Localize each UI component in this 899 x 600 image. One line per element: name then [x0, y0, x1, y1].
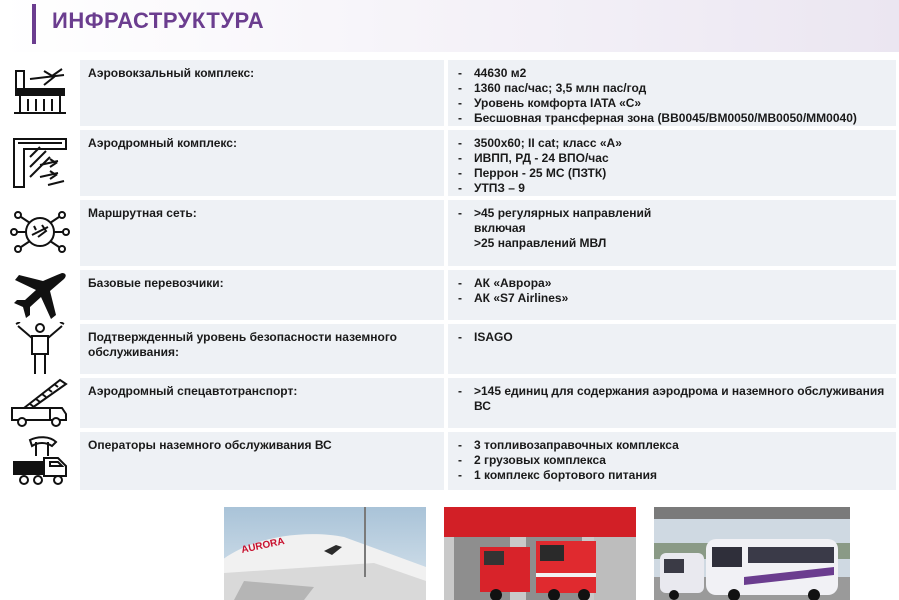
- list-item: 3500х60; II cat; класс «А»: [456, 136, 888, 151]
- route-network-icon: [8, 202, 72, 262]
- list-item: включая: [474, 221, 526, 235]
- shuttle-bus-photo: [654, 507, 850, 600]
- table-row: Аэродромный спецавтотранспорт: >145 един…: [0, 378, 899, 428]
- row-values: 3500х60; II cat; класс «А» ИВПП, РД - 24…: [448, 130, 896, 196]
- header-accent-bar: [32, 4, 36, 44]
- row-values: 44630 м2 1360 пас/час; 3,5 млн пас/год У…: [448, 60, 896, 126]
- row-label: Базовые перевозчики:: [80, 270, 444, 320]
- row-values: ISAGO: [448, 324, 896, 374]
- table-row: Маршрутная сеть: >45 регулярных направле…: [0, 200, 899, 266]
- row-values: >45 регулярных направлений включая >25 н…: [448, 200, 896, 266]
- stair-truck-icon: [8, 378, 72, 428]
- airplane-icon: [8, 270, 72, 322]
- catering-truck-icon: [8, 432, 72, 490]
- row-label: Операторы наземного обслуживания ВС: [80, 432, 444, 490]
- list-item: >145 единиц для содержания аэродрома и н…: [456, 384, 888, 414]
- list-item: АК «Аврора»: [456, 276, 888, 291]
- table-row: Аэровокзальный комплекс: 44630 м2 1360 п…: [0, 60, 899, 126]
- row-label: Маршрутная сеть:: [80, 200, 444, 266]
- aircraft-photo: AURORA: [224, 507, 426, 600]
- list-item: >25 направлений МВЛ: [474, 236, 607, 250]
- list-item: 3 топливозаправочных комплекса: [456, 438, 888, 453]
- terminal-airplane-icon: [8, 64, 72, 120]
- list-item: Уровень комфорта IATA «C»: [456, 96, 888, 111]
- list-item: 1360 пас/час; 3,5 млн пас/год: [456, 81, 888, 96]
- runway-icon: [8, 132, 72, 192]
- table-row: Подтвержденный уровень безопасности назе…: [0, 322, 899, 374]
- list-item: АК «S7 Airlines»: [456, 291, 888, 306]
- list-item: 2 грузовых комплекса: [456, 453, 888, 468]
- row-label: Аэродромный спецавтотранспорт:: [80, 378, 444, 428]
- list-item: ИВПП, РД - 24 ВПО/час: [456, 151, 888, 166]
- list-item: ISAGO: [456, 330, 888, 345]
- list-item: Перрон - 25 МС (ПЗТК): [456, 166, 888, 181]
- page-title: ИНФРАСТРУКТУРА: [52, 8, 265, 33]
- row-values: 3 топливозаправочных комплекса 2 грузовы…: [448, 432, 896, 490]
- row-values: >145 единиц для содержания аэродрома и н…: [448, 378, 896, 428]
- row-values: АК «Аврора» АК «S7 Airlines»: [448, 270, 896, 320]
- fire-trucks-photo: [444, 507, 636, 600]
- list-item: 1 комплекс бортового питания: [456, 468, 888, 483]
- ground-marshaller-icon: [8, 322, 72, 374]
- row-label: Подтвержденный уровень безопасности назе…: [80, 324, 444, 374]
- table-row: Базовые перевозчики: АК «Аврора» АК «S7 …: [0, 270, 899, 320]
- list-item: Бесшовная трансферная зона (BB0045/BM005…: [456, 111, 888, 126]
- list-item: >45 регулярных направлений: [456, 206, 888, 221]
- table-row: Операторы наземного обслуживания ВС 3 то…: [0, 432, 899, 490]
- list-item: УТПЗ – 9: [456, 181, 888, 196]
- row-label: Аэродромный комплекс:: [80, 130, 444, 196]
- list-item: 44630 м2: [456, 66, 888, 81]
- slide-header: ИНФРАСТРУКТУРА: [0, 0, 899, 52]
- row-label: Аэровокзальный комплекс:: [80, 60, 444, 126]
- table-row: Аэродромный комплекс: 3500х60; II cat; к…: [0, 130, 899, 196]
